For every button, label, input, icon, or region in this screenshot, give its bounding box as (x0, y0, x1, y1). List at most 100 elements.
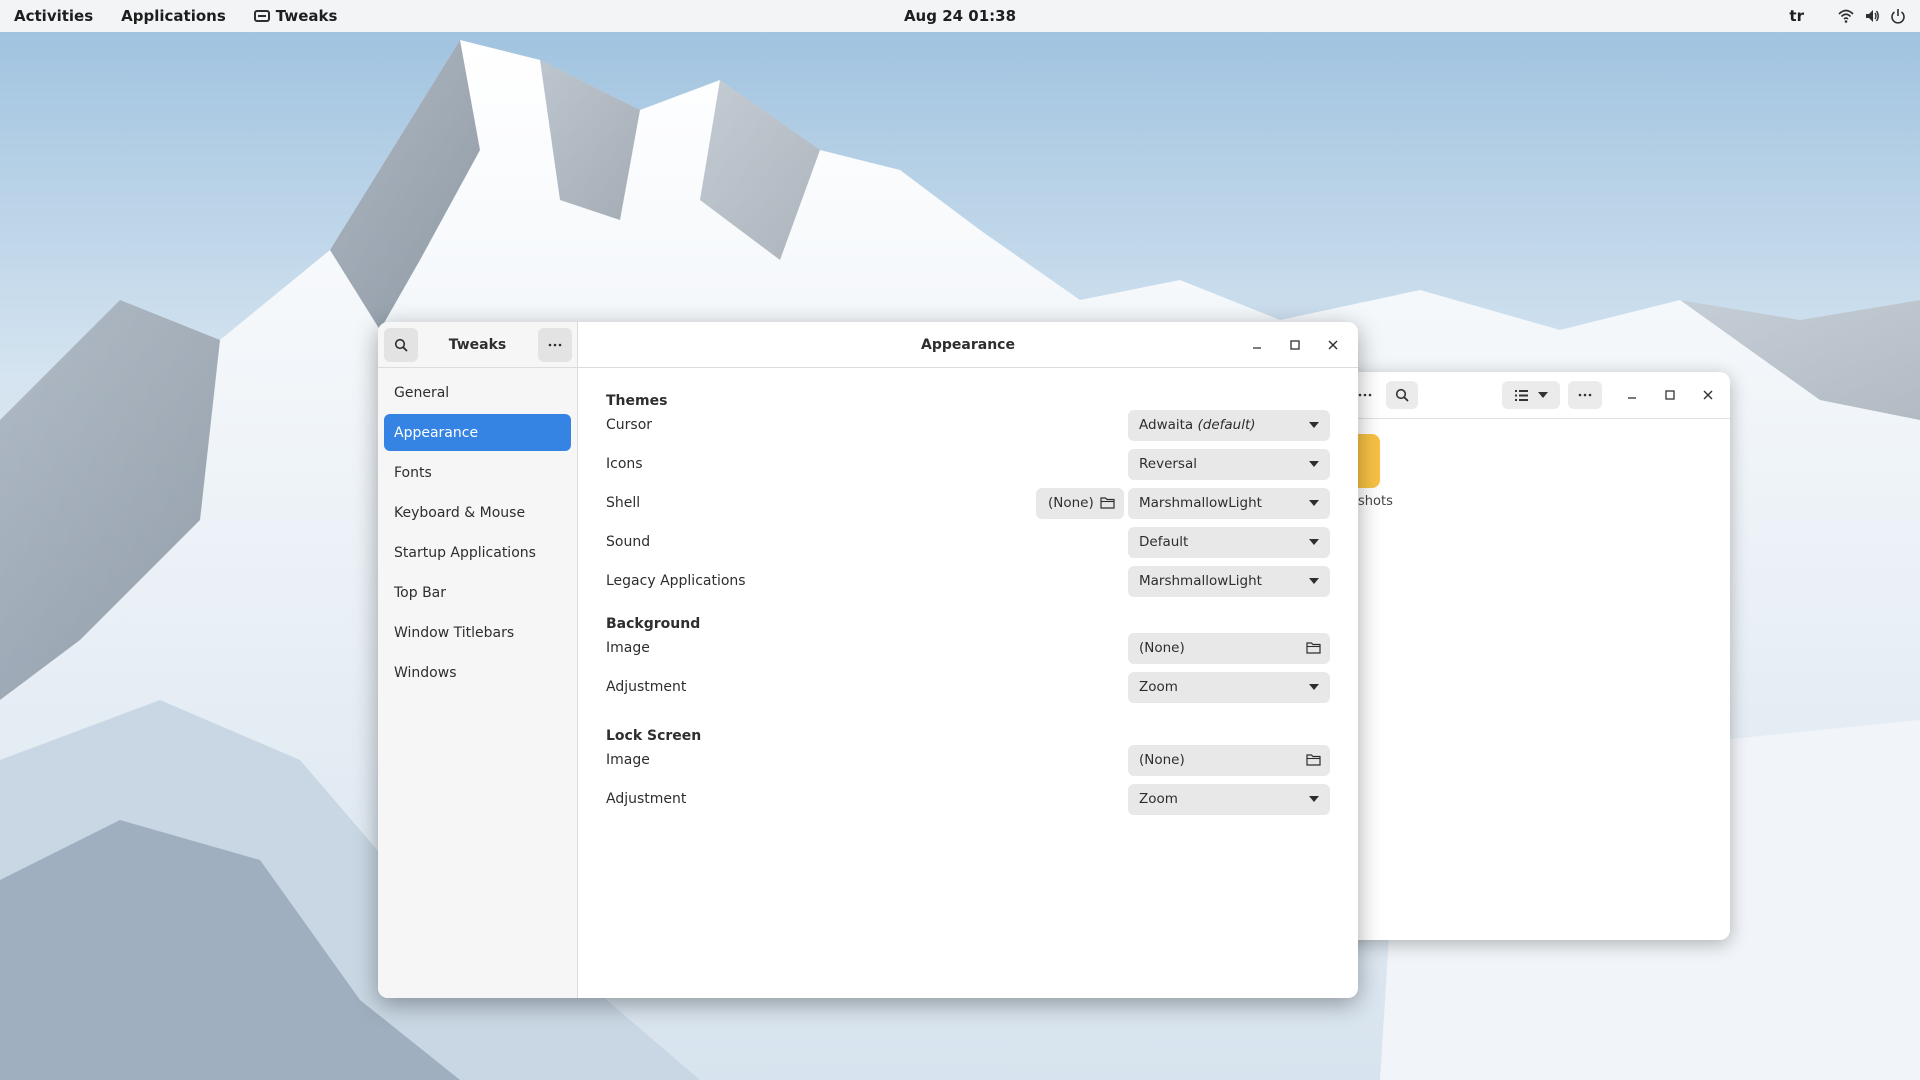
chevron-down-icon (1309, 795, 1319, 802)
close-icon (1703, 390, 1713, 400)
chevron-down-icon (1309, 538, 1319, 545)
section-title-themes: Themes (606, 393, 668, 409)
row-lock-screen-image: Image (None) (606, 744, 1330, 776)
folder-icon (1306, 641, 1321, 654)
system-menu[interactable] (1838, 8, 1920, 24)
folder-icon (1306, 753, 1321, 766)
sidebar-item-appearance[interactable]: Appearance (384, 414, 571, 451)
dropdown-value: Zoom (1139, 791, 1178, 807)
dropdown-value: Zoom (1139, 679, 1178, 695)
chevron-down-icon (1309, 460, 1319, 467)
close-button[interactable] (1318, 330, 1348, 360)
main-menu-button[interactable] (538, 328, 572, 362)
sidebar-item-keyboard-mouse[interactable]: Keyboard & Mouse (384, 494, 571, 531)
dropdown-value: Default (1139, 534, 1189, 550)
tweaks-app-icon (253, 10, 270, 22)
background-image-chooser[interactable]: (None) (1128, 632, 1330, 664)
sidebar-item-general[interactable]: General (384, 374, 571, 411)
row-background-adjustment: Adjustment Zoom (606, 671, 1330, 703)
file-chooser-value: (None) (1139, 640, 1185, 656)
sidebar: Tweaks General Appearance Fonts Keyboard & … (378, 322, 578, 998)
sidebar-item-window-titlebars[interactable]: Window Titlebars (384, 614, 571, 651)
row-cursor: Cursor Adwaita (default) (606, 409, 1330, 441)
app-menu-label: Tweaks (275, 7, 338, 25)
maximize-icon (1290, 340, 1300, 350)
chevron-down-icon (1309, 683, 1319, 690)
close-icon (1328, 340, 1338, 350)
sidebar-header: Tweaks (378, 322, 577, 368)
files-close-button[interactable] (1694, 381, 1722, 409)
keyboard-layout-indicator[interactable]: tr (1789, 7, 1804, 25)
lock-screen-adjustment-dropdown[interactable]: Zoom (1128, 783, 1330, 815)
files-window[interactable]: shots (1340, 372, 1730, 940)
tweaks-window[interactable]: Tweaks General Appearance Fonts Keyboard & … (378, 322, 1358, 998)
applications-menu[interactable]: Applications (107, 0, 240, 32)
volume-icon (1866, 10, 1879, 22)
folder-icon (1100, 496, 1115, 509)
folder-label[interactable]: shots (1358, 494, 1393, 509)
background-adjustment-dropdown[interactable]: Zoom (1128, 671, 1330, 703)
main-panel: Appearance Themes Cursor Adwaita (defaul… (578, 322, 1358, 998)
files-maximize-button[interactable] (1656, 381, 1684, 409)
list-view-icon (1514, 389, 1528, 401)
more-icon (1358, 393, 1372, 397)
files-header-bar (1340, 372, 1730, 419)
wifi-icon (1838, 9, 1854, 23)
row-sound: Sound Default (606, 526, 1330, 558)
dropdown-value: MarshmallowLight (1139, 573, 1262, 589)
view-mode-button[interactable] (1502, 381, 1560, 409)
minimize-icon (1253, 347, 1261, 349)
sound-theme-dropdown[interactable]: Default (1128, 526, 1330, 558)
top-bar: Activities Applications Tweaks Aug 24 01… (0, 0, 1920, 32)
row-label: Shell (606, 495, 641, 511)
app-menu[interactable]: Tweaks (240, 0, 352, 32)
sidebar-item-top-bar[interactable]: Top Bar (384, 574, 571, 611)
section-title-background: Background (606, 616, 701, 632)
row-lock-screen-adjustment: Adjustment Zoom (606, 783, 1330, 815)
row-label: Adjustment (606, 679, 687, 695)
files-options-button[interactable] (1568, 381, 1602, 409)
row-label: Cursor (606, 417, 653, 433)
dropdown-value-suffix: (default) (1197, 417, 1256, 433)
chevron-down-icon (1309, 499, 1319, 506)
chevron-down-icon (1309, 577, 1319, 584)
more-icon (1578, 393, 1592, 397)
dropdown-value: MarshmallowLight (1139, 495, 1262, 511)
row-legacy-applications: Legacy Applications MarshmallowLight (606, 565, 1330, 597)
row-shell: Shell (None) MarshmallowLight (606, 487, 1330, 519)
shell-file-chooser-button[interactable]: (None) (1036, 487, 1124, 519)
cursor-theme-dropdown[interactable]: Adwaita (default) (1128, 409, 1330, 441)
activities-button[interactable]: Activities (0, 0, 107, 32)
row-label: Image (606, 640, 650, 656)
dropdown-value: Reversal (1139, 456, 1197, 472)
legacy-theme-dropdown[interactable]: MarshmallowLight (1128, 565, 1330, 597)
minimize-icon (1628, 397, 1636, 399)
chevron-down-icon (1537, 392, 1548, 398)
lock-screen-image-chooser[interactable]: (None) (1128, 744, 1330, 776)
minimize-button[interactable] (1242, 330, 1272, 360)
row-background-image: Image (None) (606, 632, 1330, 664)
files-minimize-button[interactable] (1618, 381, 1646, 409)
page-title: Appearance (921, 337, 1015, 353)
power-icon (1891, 9, 1905, 24)
section-title-lock-screen: Lock Screen (606, 728, 702, 744)
maximize-icon (1665, 390, 1675, 400)
row-label: Icons (606, 456, 643, 472)
files-search-button[interactable] (1386, 381, 1418, 409)
row-label: Adjustment (606, 791, 687, 807)
chevron-down-icon (1309, 421, 1319, 428)
sidebar-item-startup-applications[interactable]: Startup Applications (384, 534, 571, 571)
sidebar-item-windows[interactable]: Windows (384, 654, 571, 691)
row-label: Image (606, 752, 650, 768)
row-label: Sound (606, 534, 651, 550)
file-chooser-value: (None) (1139, 752, 1185, 768)
sidebar-list: General Appearance Fonts Keyboard & Mouse St… (378, 368, 577, 700)
clock[interactable]: Aug 24 01:38 (890, 0, 1030, 32)
maximize-button[interactable] (1280, 330, 1310, 360)
file-chooser-value: (None) (1048, 495, 1094, 511)
sidebar-item-fonts[interactable]: Fonts (384, 454, 571, 491)
search-icon (1395, 388, 1409, 402)
shell-theme-dropdown[interactable]: MarshmallowLight (1128, 487, 1330, 519)
icon-theme-dropdown[interactable]: Reversal (1128, 448, 1330, 480)
dropdown-value: Adwaita (1139, 417, 1194, 433)
